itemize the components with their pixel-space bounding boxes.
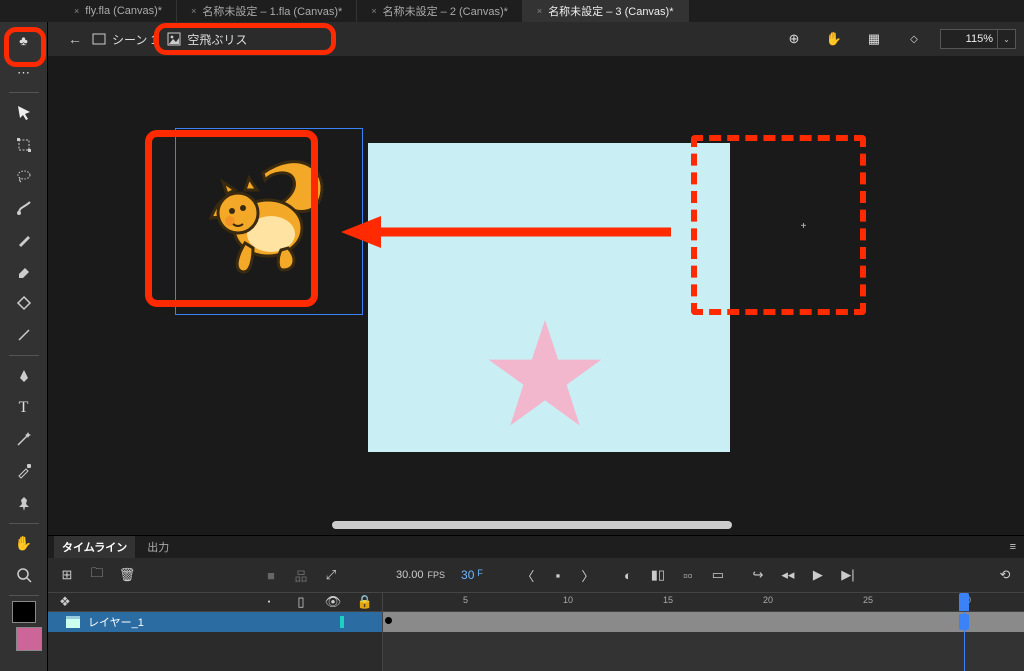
line-tool-icon[interactable] xyxy=(6,320,42,350)
step-forward-icon[interactable]: ▶| xyxy=(839,566,857,584)
tab-label: 名称未設定 – 1.fla (Canvas)* xyxy=(202,3,342,19)
selection-tool-icon[interactable] xyxy=(6,98,42,128)
visibility-col-icon[interactable]: 👁 xyxy=(324,593,342,611)
edit-bar: ← シーン 1 空飛ぶリス ⊕ ✋ ▦ ◇ ⌄ xyxy=(0,22,1024,56)
scene-label[interactable]: シーン 1 xyxy=(92,31,157,48)
timeline-panel: タイムライン 出力 ≡ ⊞ 🗀 🗑 ■ 品 ⤢ 30.00 FPS 30 F xyxy=(48,535,1024,671)
wand-tool-icon[interactable] xyxy=(6,424,42,454)
symbol-instance[interactable] xyxy=(178,130,358,310)
center-stage-icon[interactable]: ⊕ xyxy=(780,25,808,53)
rectangle-tool-icon[interactable] xyxy=(6,289,42,319)
close-icon[interactable]: × xyxy=(74,6,79,16)
tab-timeline[interactable]: タイムライン xyxy=(54,536,135,558)
tab-label: 名称未設定 – 3 (Canvas)* xyxy=(548,3,673,19)
text-tool-icon[interactable]: T xyxy=(6,393,42,423)
fps-label: FPS xyxy=(428,570,446,580)
layer-name: レイヤー_1 xyxy=(88,614,144,630)
color-swatches[interactable] xyxy=(6,601,42,651)
undo-icon[interactable]: ⟲ xyxy=(996,566,1014,584)
pin-tool-icon[interactable] xyxy=(6,488,42,518)
close-icon[interactable]: × xyxy=(191,6,196,16)
tab-label: 名称未設定 – 2 (Canvas)* xyxy=(383,3,508,19)
stop-icon[interactable]: ▪ xyxy=(549,566,567,584)
tools-panel: ♣ ⋯ T ✋ xyxy=(0,22,48,671)
hand-tool-icon[interactable]: ✋ xyxy=(820,25,848,53)
fill-swatch[interactable] xyxy=(16,627,42,651)
pen-tool-icon[interactable] xyxy=(6,361,42,391)
card-suit-icon[interactable]: ♣ xyxy=(6,26,42,56)
document-tab[interactable]: × 名称未設定 – 1.fla (Canvas)* xyxy=(177,0,357,22)
tab-label: fly.fla (Canvas)* xyxy=(85,5,162,17)
loop-icon[interactable]: ↪ xyxy=(749,566,767,584)
next-keyframe-icon[interactable]: 〉 xyxy=(579,566,597,584)
zoom-tool-icon[interactable] xyxy=(6,560,42,590)
timeline-tabs: タイムライン 出力 ≡ xyxy=(48,536,1024,558)
symbol-label[interactable]: 空飛ぶリス xyxy=(167,31,247,48)
playhead-line xyxy=(964,612,965,671)
registration-point-icon: + xyxy=(799,222,808,231)
stage-scrollbar-horizontal[interactable] xyxy=(332,521,732,529)
play-icon[interactable]: ▶ xyxy=(809,566,827,584)
star-shape[interactable] xyxy=(485,314,605,434)
document-tab[interactable]: × 名称未設定 – 3 (Canvas)* xyxy=(523,0,689,22)
playhead[interactable] xyxy=(959,593,969,611)
tab-output[interactable]: 出力 xyxy=(139,536,177,558)
add-layer-icon[interactable]: ⊞ xyxy=(58,566,76,584)
hand-tool-icon[interactable]: ✋ xyxy=(6,529,42,559)
document-tab[interactable]: × fly.fla (Canvas)* xyxy=(60,0,177,22)
parent-view-icon[interactable]: 品 xyxy=(292,566,310,584)
layers-icon[interactable]: ❖ xyxy=(56,593,74,611)
folder-icon[interactable]: 🗀 xyxy=(88,566,106,584)
timeline-toolbar: ⊞ 🗀 🗑 ■ 品 ⤢ 30.00 FPS 30 F 〈 ▪ 〉 ◐ xyxy=(48,558,1024,592)
layer-icon xyxy=(66,616,80,628)
brush-tool-icon[interactable] xyxy=(6,225,42,255)
document-tab[interactable]: × 名称未設定 – 2 (Canvas)* xyxy=(357,0,523,22)
camera-icon[interactable]: ■ xyxy=(262,566,280,584)
document-tab-bar: × fly.fla (Canvas)* × 名称未設定 – 1.fla (Canva… xyxy=(0,0,1024,22)
close-icon[interactable]: × xyxy=(371,6,376,16)
free-transform-tool-icon[interactable] xyxy=(6,130,42,160)
lasso-tool-icon[interactable] xyxy=(6,162,42,192)
eyedropper-tool-icon[interactable] xyxy=(6,456,42,486)
insert-keyframe-icon[interactable]: ▭ xyxy=(709,566,727,584)
fluid-brush-tool-icon[interactable] xyxy=(6,194,42,224)
outline-col-icon[interactable]: ▯ xyxy=(292,593,310,611)
timeline-layers: レイヤー_1 xyxy=(48,612,1024,671)
close-icon[interactable]: × xyxy=(537,6,542,16)
clip-content-icon[interactable]: ▦ xyxy=(860,25,888,53)
fps-value[interactable]: 30.00 xyxy=(396,569,424,581)
dots-menu-icon[interactable]: ⋯ xyxy=(6,58,42,88)
scene-breadcrumb: ← シーン 1 空飛ぶリス xyxy=(68,25,247,53)
onion-skin-icon[interactable]: ◐ xyxy=(619,566,637,584)
zoom-dropdown[interactable]: ⌄ xyxy=(998,29,1016,49)
panel-menu-icon[interactable]: ≡ xyxy=(1010,541,1016,553)
insert-frame-icon[interactable]: ▮▯ xyxy=(649,566,667,584)
lock-col-icon[interactable]: 🔒 xyxy=(356,593,374,611)
scene-icon xyxy=(92,32,106,46)
zoom-stepper-icon[interactable]: ◇ xyxy=(900,25,928,53)
stage[interactable]: + xyxy=(48,56,1024,535)
frame-ruler[interactable]: 5 10 15 20 25 30 xyxy=(383,593,1024,611)
symbol-icon xyxy=(167,32,181,46)
back-arrow-icon[interactable]: ← xyxy=(68,31,82,47)
highlight-col-icon[interactable]: ● xyxy=(260,593,278,611)
trash-icon[interactable]: 🗑 xyxy=(118,566,136,584)
graph-icon[interactable]: ⤢ xyxy=(322,566,340,584)
keyframe-marker[interactable] xyxy=(385,617,392,624)
remove-frame-icon[interactable]: ▫▫ xyxy=(679,566,697,584)
rewind-icon[interactable]: ◂◂ xyxy=(779,566,797,584)
current-frame[interactable]: 30 F xyxy=(461,568,483,582)
zoom-input[interactable] xyxy=(940,29,998,49)
timeline-header: ❖ ● ▯ 👁 🔒 5 10 15 20 25 30 xyxy=(48,592,1024,612)
stroke-swatch[interactable] xyxy=(12,601,36,623)
eraser-tool-icon[interactable] xyxy=(6,257,42,287)
prev-keyframe-icon[interactable]: 〈 xyxy=(519,566,537,584)
layer-row[interactable]: レイヤー_1 xyxy=(48,612,382,632)
frame-grid[interactable] xyxy=(383,612,1024,671)
